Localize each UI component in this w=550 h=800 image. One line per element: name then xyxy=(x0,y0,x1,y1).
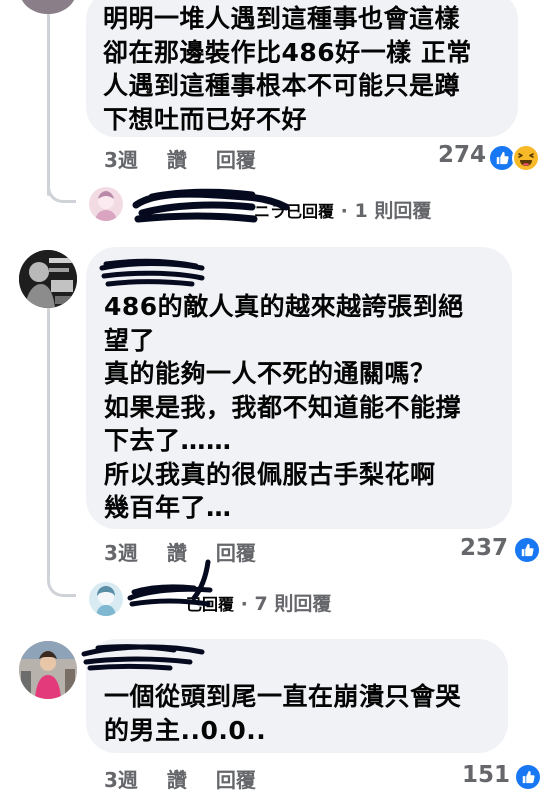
redaction-scribble xyxy=(132,188,290,223)
separator: · xyxy=(340,200,348,222)
thread-line xyxy=(47,306,50,574)
comment-bubble: 明明一堆人遇到這種事也會這樣 卻在那邊裝作比486好一樣 正常 人遇到這種事根本… xyxy=(86,0,518,137)
reaction-count[interactable]: 274 xyxy=(424,142,486,168)
reply-count[interactable]: 1 則回覆 xyxy=(354,200,431,222)
comment-text: 明明一堆人遇到這種事也會這樣 卻在那邊裝作比486好一樣 正常 人遇到這種事根本… xyxy=(103,4,472,134)
comment-time[interactable]: 3週 xyxy=(104,768,138,792)
reply-button[interactable]: 回覆 xyxy=(216,148,256,172)
thread-line xyxy=(47,0,50,196)
reaction-count[interactable]: 237 xyxy=(446,535,508,561)
redaction-scribble xyxy=(99,258,205,287)
haha-icon xyxy=(512,144,540,172)
thread-branch xyxy=(47,564,76,597)
comment-time[interactable]: 3週 xyxy=(104,148,138,172)
reply-count[interactable]: 7 則回覆 xyxy=(254,593,331,615)
redaction-scribble xyxy=(127,559,213,607)
like-button[interactable]: 讚 xyxy=(167,768,187,792)
avatar[interactable] xyxy=(89,187,123,221)
reaction-count[interactable]: 151 xyxy=(448,762,510,788)
separator: · xyxy=(240,593,248,615)
comment-text: 一個從頭到尾一直在崩潰只會哭 的男主..0.0.. xyxy=(104,682,462,745)
like-icon xyxy=(513,536,541,564)
avatar[interactable] xyxy=(89,582,123,616)
avatar[interactable] xyxy=(19,250,77,308)
like-icon xyxy=(514,763,542,791)
like-button[interactable]: 讚 xyxy=(167,148,187,172)
avatar[interactable] xyxy=(19,641,77,699)
thread-branch xyxy=(47,170,76,203)
reply-button[interactable]: 回覆 xyxy=(216,768,256,792)
comment-text: 486的敵人真的越來越誇張到絕 望了 真的能夠一人不死的通關嗎？ 如果是我，我都… xyxy=(104,292,464,522)
comment-actions: 3週 讚 回覆 xyxy=(104,144,278,173)
redaction-scribble xyxy=(81,644,205,671)
avatar[interactable] xyxy=(20,0,76,14)
comment-actions: 3週 讚 回覆 xyxy=(104,764,278,793)
